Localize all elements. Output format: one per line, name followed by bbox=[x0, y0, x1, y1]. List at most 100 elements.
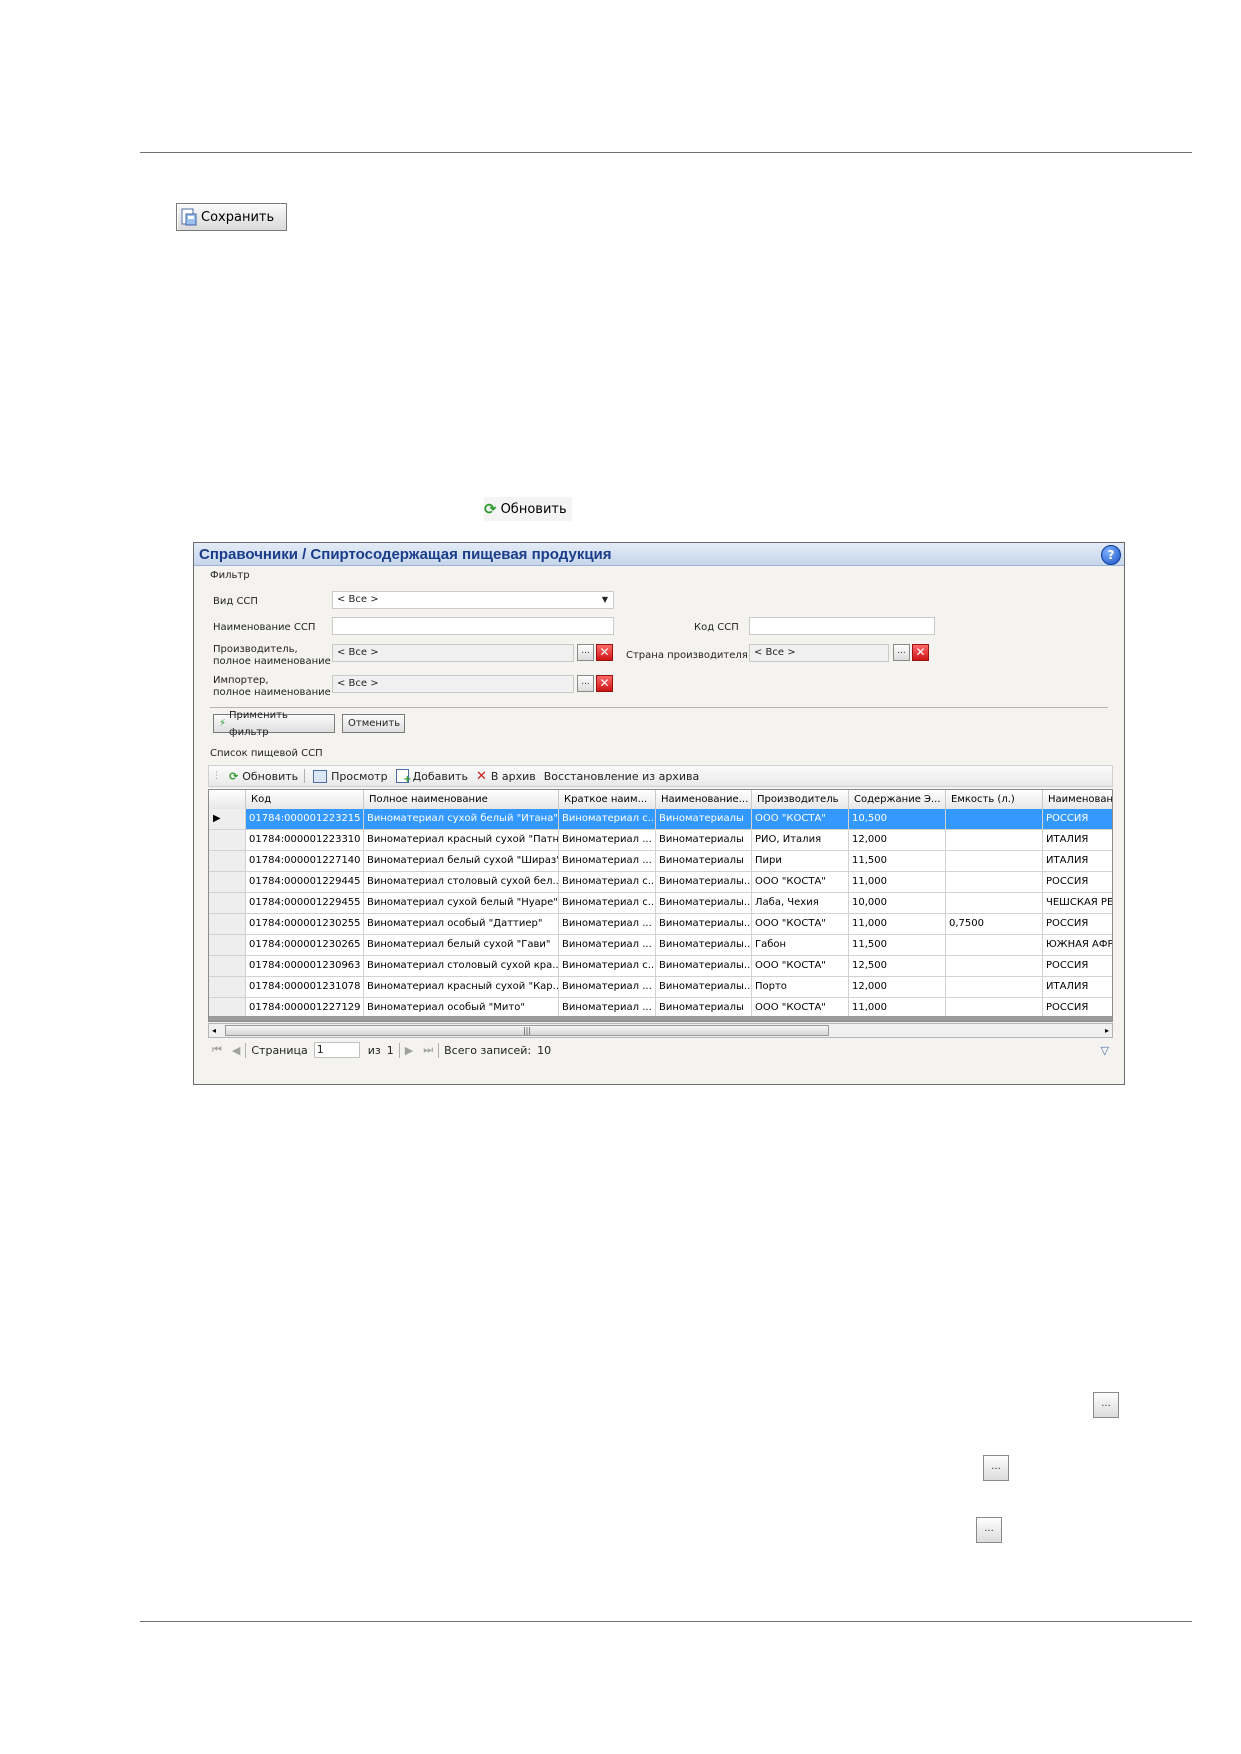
table-cell: ЮЖНАЯ АФРИК bbox=[1043, 935, 1112, 956]
table-cell: Виноматериал с... bbox=[559, 956, 656, 977]
producer-clear-icon[interactable]: ✕ bbox=[596, 644, 613, 661]
country-field[interactable]: < Все > bbox=[749, 644, 889, 662]
table-cell: 01784:000001223215 bbox=[246, 809, 364, 830]
code-input[interactable] bbox=[749, 617, 935, 635]
country-clear-icon[interactable]: ✕ bbox=[912, 644, 929, 661]
footer-rule bbox=[140, 1621, 1192, 1622]
restore-button[interactable]: Восстановление из архива bbox=[544, 770, 699, 783]
row-indicator[interactable] bbox=[209, 935, 246, 956]
row-indicator[interactable] bbox=[209, 872, 246, 893]
archive-button[interactable]: ✕ В архив bbox=[476, 769, 536, 784]
column-header[interactable]: Емкость (л.) bbox=[946, 790, 1043, 809]
add-label: Добавить bbox=[412, 769, 468, 783]
row-indicator[interactable]: ▶ bbox=[209, 809, 246, 830]
save-label: Сохранить bbox=[201, 209, 275, 225]
country-select-button[interactable]: ... bbox=[893, 644, 910, 661]
column-header[interactable]: Полное наименование bbox=[364, 790, 559, 809]
table-cell: 12,000 bbox=[849, 977, 946, 998]
refresh-button-top[interactable]: ⟳ Обновить bbox=[484, 497, 572, 521]
dots-button-3[interactable]: ... bbox=[976, 1517, 1002, 1543]
table-row[interactable]: 01784:000001229445 Виноматериал столовый … bbox=[209, 872, 1112, 893]
table-row[interactable]: 01784:000001231078 Виноматериал красный с… bbox=[209, 977, 1112, 998]
table-cell: Виноматериал с... bbox=[559, 809, 656, 830]
importer-label: Импортер, полное наименование bbox=[213, 675, 331, 699]
horizontal-scrollbar[interactable]: ◂ ||| ▸ bbox=[208, 1023, 1113, 1038]
table-cell: Виноматериалы... bbox=[656, 872, 752, 893]
dots-button-1[interactable]: ... bbox=[1093, 1392, 1119, 1418]
table-cell bbox=[946, 872, 1043, 893]
scroll-right-icon[interactable]: ▸ bbox=[1105, 1024, 1109, 1037]
table-cell: 01784:000001223310 bbox=[246, 830, 364, 851]
table-row[interactable]: 01784:000001223310 Виноматериал красный с… bbox=[209, 830, 1112, 851]
filter-separator bbox=[210, 707, 1108, 708]
add-button[interactable]: + Добавить bbox=[395, 769, 468, 785]
table-cell: ООО "КОСТА" bbox=[752, 914, 849, 935]
filter-funnel-icon[interactable]: ▽ bbox=[1101, 1044, 1109, 1057]
column-header[interactable]: Производитель bbox=[752, 790, 849, 809]
row-indicator[interactable] bbox=[209, 851, 246, 872]
prev-page-icon[interactable]: ◀ bbox=[232, 1044, 240, 1057]
view-button[interactable]: Просмотр bbox=[313, 769, 388, 783]
cancel-filter-button[interactable]: Отменить bbox=[342, 714, 405, 733]
filter-group-label: Фильтр bbox=[210, 570, 250, 581]
add-icon: + bbox=[395, 769, 412, 785]
restore-label: Восстановление из архива bbox=[543, 769, 700, 783]
dots-button-2[interactable]: ... bbox=[983, 1455, 1009, 1481]
producer-label-line1: Производитель, bbox=[213, 644, 298, 655]
row-indicator[interactable] bbox=[209, 914, 246, 935]
column-header[interactable]: Содержание Э... bbox=[849, 790, 946, 809]
view-label: Просмотр bbox=[331, 769, 388, 783]
column-header[interactable]: Краткое наим... bbox=[559, 790, 656, 809]
next-page-icon[interactable]: ▶ bbox=[405, 1044, 413, 1057]
table-row[interactable]: 01784:000001230255 Виноматериал особый "Д… bbox=[209, 914, 1112, 935]
table-cell: Габон bbox=[752, 935, 849, 956]
table-row[interactable]: 01784:000001229455 Виноматериал сухой бел… bbox=[209, 893, 1112, 914]
importer-select-button[interactable]: ... bbox=[577, 675, 594, 692]
table-row[interactable]: ▶ 01784:000001223215 Виноматериал сухой бе… bbox=[209, 809, 1112, 830]
list-toolbar: ⋮ ⟳ Обновить Просмотр + Добавить ✕ В арх… bbox=[208, 765, 1113, 787]
column-header[interactable]: Наименование bbox=[1043, 790, 1112, 809]
header-rule bbox=[140, 152, 1192, 153]
save-button[interactable]: Сохранить bbox=[176, 203, 287, 231]
table-cell: Виноматериалы... bbox=[656, 893, 752, 914]
apply-filter-button[interactable]: ⚡ Применить фильтр bbox=[213, 710, 335, 738]
scroll-thumb[interactable]: ||| bbox=[225, 1025, 829, 1036]
row-indicator[interactable] bbox=[209, 977, 246, 998]
table-row[interactable]: 01784:000001230265 Виноматериал белый сух… bbox=[209, 935, 1112, 956]
page-number-input[interactable]: 1 bbox=[313, 1042, 360, 1058]
table-cell bbox=[946, 893, 1043, 914]
first-page-icon[interactable]: ⏮ bbox=[212, 1043, 222, 1057]
table-cell: 01784:000001230265 bbox=[246, 935, 364, 956]
table-cell: Виноматериал красный сухой "Кар... bbox=[364, 977, 559, 998]
table-cell: Виноматериалы... bbox=[656, 956, 752, 977]
scroll-left-icon[interactable]: ◂ bbox=[212, 1024, 216, 1037]
producer-select-button[interactable]: ... bbox=[577, 644, 594, 661]
table-cell bbox=[946, 977, 1043, 998]
vid-select[interactable]: < Все > ▼ bbox=[332, 591, 614, 609]
table-cell: 10,000 bbox=[849, 893, 946, 914]
table-cell: Порто bbox=[752, 977, 849, 998]
window-title: Справочники / Спиртосодержащая пищевая п… bbox=[199, 545, 612, 563]
list-refresh-button[interactable]: ⟳ Обновить bbox=[229, 770, 298, 783]
name-input[interactable] bbox=[332, 617, 614, 635]
column-header[interactable]: Код bbox=[246, 790, 364, 809]
producer-label: Производитель, полное наименование bbox=[213, 644, 331, 668]
importer-field[interactable]: < Все > bbox=[332, 675, 574, 693]
of-label: из bbox=[367, 1043, 381, 1057]
producer-field[interactable]: < Все > bbox=[332, 644, 574, 662]
row-indicator[interactable] bbox=[209, 956, 246, 977]
row-indicator[interactable] bbox=[209, 893, 246, 914]
importer-clear-icon[interactable]: ✕ bbox=[596, 675, 613, 692]
help-icon[interactable]: ? bbox=[1101, 545, 1121, 565]
row-indicator[interactable] bbox=[209, 830, 246, 851]
table-row[interactable]: 01784:000001230963 Виноматериал столовый … bbox=[209, 956, 1112, 977]
table-cell: Виноматериал с... bbox=[559, 893, 656, 914]
last-page-icon[interactable]: ⏭ bbox=[423, 1043, 433, 1057]
table-cell: 11,500 bbox=[849, 851, 946, 872]
column-header[interactable]: Наименование... bbox=[656, 790, 752, 809]
table-cell: Виноматериалы... bbox=[656, 935, 752, 956]
table-cell: Виноматериалы... bbox=[656, 914, 752, 935]
table-row[interactable]: 01784:000001227140 Виноматериал белый сух… bbox=[209, 851, 1112, 872]
table-cell: Виноматериалы... bbox=[656, 977, 752, 998]
table-cell: Пири bbox=[752, 851, 849, 872]
